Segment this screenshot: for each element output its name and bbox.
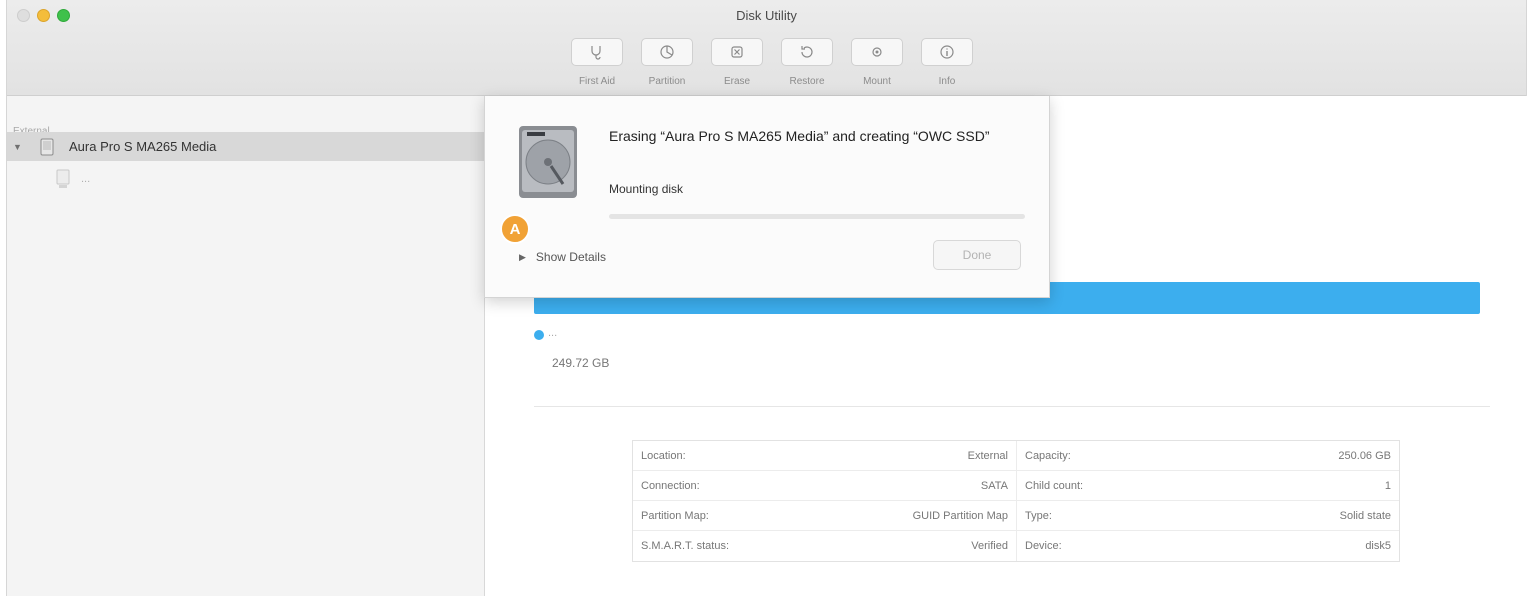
info-label: S.M.A.R.T. status:	[641, 540, 730, 552]
stethoscope-icon	[591, 46, 601, 60]
first-aid-label: First Aid	[578, 76, 616, 87]
erase-icon	[731, 46, 743, 58]
annotation-marker: A	[500, 214, 530, 244]
info-cell: Child count: 1	[1016, 471, 1399, 500]
restore-label: Restore	[789, 76, 825, 87]
info-button[interactable]: Info	[913, 38, 981, 87]
erase-label: Erase	[723, 76, 751, 87]
mount-label: Mount	[863, 76, 891, 87]
external-disk-icon	[40, 138, 54, 155]
info-cell: Device: disk5	[1016, 531, 1399, 561]
sidebar-disk-name: Aura Pro S MA265 Media	[69, 139, 217, 154]
erase-btn-face[interactable]	[711, 38, 763, 66]
usage-legend-size: 249.72 GB	[552, 356, 610, 370]
hard-drive-icon	[519, 126, 577, 198]
sidebar: External ▼ Aura Pro S MA265 Media ...	[7, 96, 485, 596]
info-row: Location: External Capacity: 250.06 GB	[633, 441, 1399, 471]
progress-bar	[609, 214, 1025, 219]
info-cell: Capacity: 250.06 GB	[1016, 441, 1399, 470]
restore-btn-face[interactable]	[781, 38, 833, 66]
info-row: Connection: SATA Child count: 1	[633, 471, 1399, 501]
window-title: Disk Utility	[736, 8, 797, 23]
divider	[534, 406, 1490, 407]
partition-btn-face[interactable]	[641, 38, 693, 66]
info-label: Type:	[1025, 509, 1052, 522]
info-btn-face[interactable]	[921, 38, 973, 66]
disk-info-table: Location: External Capacity: 250.06 GB Con…	[632, 440, 1400, 562]
show-details-toggle[interactable]: ▶ Show Details	[519, 250, 606, 264]
info-value: External	[967, 449, 1008, 462]
info-value: 250.06 GB	[1338, 449, 1391, 462]
erase-button[interactable]: Erase	[703, 38, 771, 87]
info-value: 1	[1384, 479, 1391, 492]
first-aid-btn-face[interactable]	[571, 38, 623, 66]
info-cell: Connection: SATA	[633, 471, 1016, 500]
info-row: S.M.A.R.T. status: Verified Device: disk5	[633, 531, 1399, 561]
disclosure-triangle-icon[interactable]: ▼	[13, 142, 27, 152]
usage-legend-name: ...	[548, 327, 558, 339]
done-button[interactable]: Done	[933, 240, 1021, 270]
info-value: SATA	[980, 479, 1008, 492]
disk-utility-window: Disk Utility First Aid Partition Erase R…	[6, 0, 1528, 596]
toolbar: First Aid Partition Erase Restore Mount …	[563, 38, 983, 87]
disclosure-triangle-icon[interactable]: ▶	[519, 252, 526, 263]
sheet-status: Mounting disk	[609, 182, 684, 196]
sheet-message: Erasing “Aura Pro S MA265 Media” and cre…	[609, 128, 990, 144]
info-label: Location:	[641, 449, 686, 462]
partition-label: Partition	[648, 76, 686, 87]
mount-icon	[872, 47, 882, 57]
info-label: Partition Map:	[641, 509, 709, 522]
info-row: Partition Map: GUID Partition Map Type: So…	[633, 501, 1399, 531]
info-cell: Type: Solid state	[1016, 501, 1399, 530]
info-label: Device:	[1025, 540, 1062, 552]
info-label: Info	[938, 76, 956, 87]
info-value: Solid state	[1339, 509, 1391, 522]
sidebar-item-disk[interactable]: ▼ Aura Pro S MA265 Media	[7, 132, 484, 161]
info-label: Capacity:	[1025, 449, 1071, 462]
erase-progress-sheet: Erasing “Aura Pro S MA265 Media” and cre…	[484, 96, 1050, 298]
info-value: GUID Partition Map	[912, 509, 1008, 522]
partition-button[interactable]: Partition	[633, 38, 701, 87]
mount-btn-face[interactable]	[851, 38, 903, 66]
info-label: Child count:	[1025, 479, 1084, 492]
info-icon	[940, 45, 954, 59]
sidebar-volume-name: ...	[81, 173, 91, 185]
first-aid-button[interactable]: First Aid	[563, 38, 631, 87]
restore-button[interactable]: Restore	[773, 38, 841, 87]
info-label: Connection:	[641, 479, 700, 492]
mount-button[interactable]: Mount	[843, 38, 911, 87]
info-cell: S.M.A.R.T. status: Verified	[633, 531, 1016, 561]
sidebar-item-volume[interactable]: ...	[55, 168, 90, 190]
info-value: Verified	[971, 540, 1008, 552]
restore-icon	[801, 46, 813, 58]
info-cell: Location: External	[633, 441, 1016, 470]
info-cell: Partition Map: GUID Partition Map	[633, 501, 1016, 530]
show-details-label: Show Details	[535, 250, 606, 264]
titlebar: Disk Utility First Aid Partition Erase R…	[7, 0, 1526, 96]
info-value: disk5	[1365, 540, 1391, 552]
volume-icon	[56, 169, 70, 188]
partition-icon	[660, 45, 674, 59]
usage-legend-dot	[534, 330, 544, 340]
